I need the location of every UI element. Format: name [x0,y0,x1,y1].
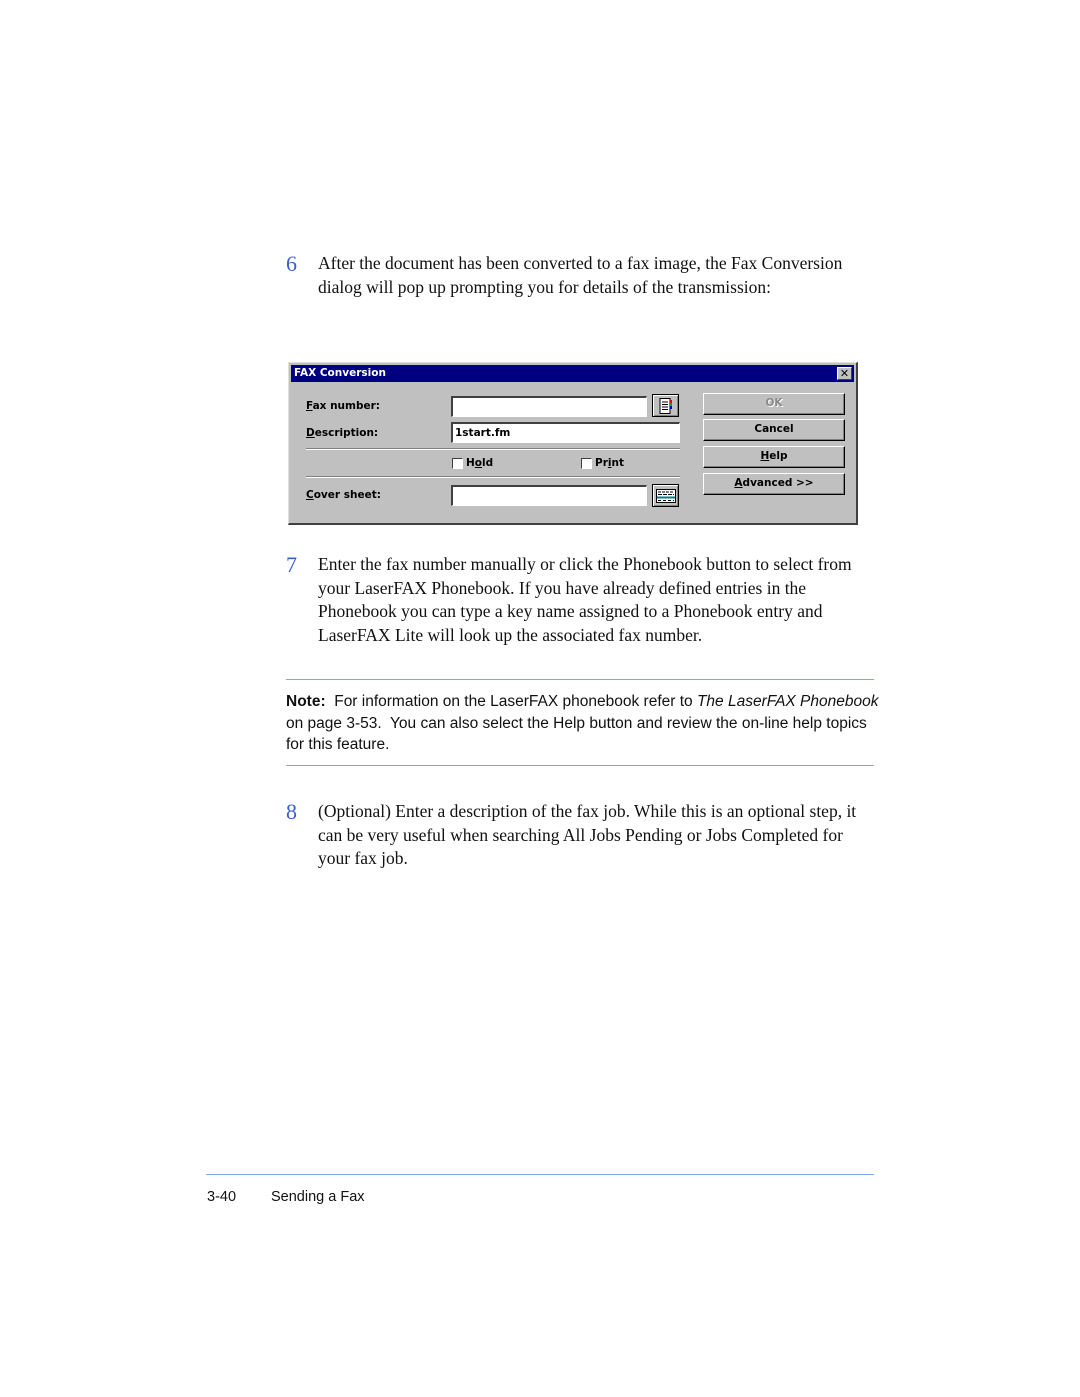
note-top-rule [286,679,874,680]
advanced-button[interactable]: Advanced >> [703,473,845,495]
checkbox-box[interactable] [581,457,592,469]
separator [306,448,680,450]
footer-rule [206,1174,874,1175]
cover-sheet-label: Cover sheet: [306,489,381,501]
print-label: Print [595,457,624,469]
page-number: 3-40 [207,1189,237,1205]
dialog-title: FAX Conversion [294,367,386,379]
help-button[interactable]: Help [703,446,845,468]
step-text: (Optional) Enter a description of the fa… [318,801,857,869]
separator [306,476,680,478]
cover-sheet-input[interactable] [451,485,647,506]
step-number: 6 [286,251,297,276]
close-icon: ✕ [839,367,850,380]
step-number: 7 [286,552,297,577]
note-bottom-rule [286,765,874,766]
cancel-button[interactable]: Cancel [703,419,845,441]
fax-number-input[interactable] [451,396,647,417]
step-text: Enter the fax number manually or click t… [318,554,852,646]
cover-sheet-icon [655,488,676,503]
dialog-titlebar[interactable]: FAX Conversion ✕ [291,365,854,382]
ok-button[interactable]: OK [703,393,845,415]
description-label: Description: [306,427,379,439]
note-label: Note: [286,693,326,710]
fax-conversion-dialog: FAX Conversion ✕ Fax number: Description… [288,362,858,525]
cross-reference: The LaserFAX Phonebook [696,693,879,710]
fax-number-label: Fax number: [306,400,380,412]
section-title: Sending a Fax [271,1189,365,1205]
step-number: 8 [286,799,297,824]
print-checkbox[interactable]: Print [581,457,624,469]
cover-sheet-button[interactable] [652,484,679,507]
phonebook-button[interactable] [652,394,679,417]
step-text: After the document has been converted to… [318,253,843,297]
note-block: Note: For information on the LaserFAX ph… [286,693,883,753]
description-input[interactable] [451,422,680,443]
hold-checkbox[interactable]: Hold [452,457,493,469]
phonebook-icon [659,397,672,414]
hold-label: Hold [466,457,494,469]
close-button[interactable]: ✕ [837,367,852,380]
checkbox-box[interactable] [452,457,463,469]
